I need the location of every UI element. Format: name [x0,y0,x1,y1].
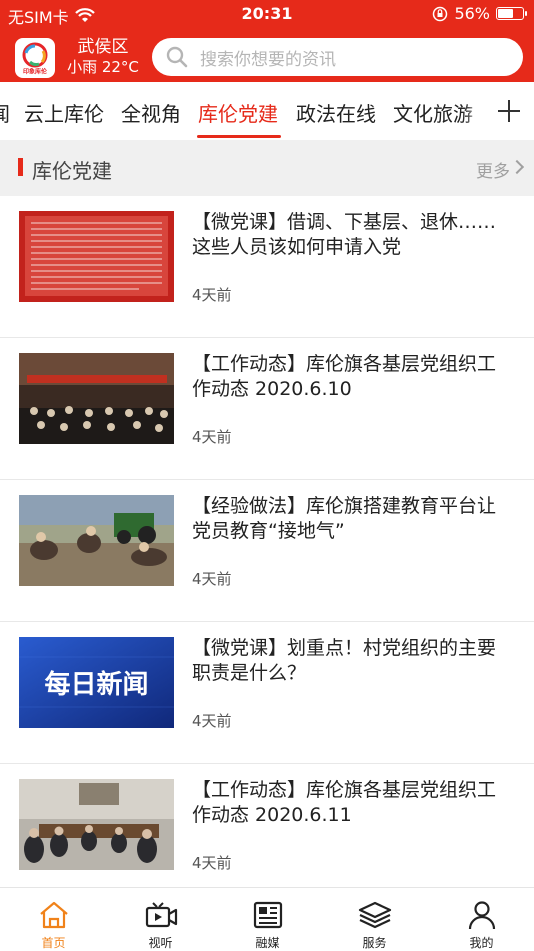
chevron-right-icon[interactable] [509,159,525,175]
bottom-tab-bar: 首页 视听 融媒 服务 我的 [0,887,534,950]
news-title: 【工作动态】库伦旗各基层党组织工作动态 2020.6.11 [192,779,497,826]
news-title: 【经验做法】库伦旗搭建教育平台让党员教育“接地气” [192,495,497,542]
video-icon [145,902,178,928]
news-thumbnail [19,353,174,444]
section-accent-bar [18,158,23,176]
tab-party-building[interactable]: 库伦党建 [198,98,278,127]
section-header: 库伦党建 更多 [0,140,534,196]
news-thumbnail [19,211,174,302]
layers-icon [358,901,392,929]
category-tabs: 闻 云上库伦 全视角 库伦党建 政法在线 文化旅游 [0,82,534,140]
news-time: 4天前 [192,286,232,304]
section-title: 库伦党建 [32,159,112,183]
more-link[interactable]: 更多 [476,157,510,182]
tab-full-view[interactable]: 全视角 [121,98,181,127]
tabbar-label: 首页 [41,936,66,950]
thumb-daily-news-text: 每日新闻 [44,669,148,700]
tabbar-profile[interactable]: 我的 [428,888,534,951]
weather-label: 小雨 22°C [67,58,139,76]
search-box[interactable]: 搜索你想要的资讯 [152,38,523,76]
tabbar-label: 视听 [148,936,173,950]
tabbar-video[interactable]: 视听 [107,888,214,951]
tabbar-media[interactable]: 融媒 [214,888,321,951]
news-title: 【微党课】划重点！村党组织的主要职责是什么？ [192,637,497,684]
news-time: 4天前 [192,854,232,872]
search-placeholder: 搜索你想要的资讯 [200,49,336,70]
news-list: 【微党课】借调、下基层、退休……这些人员该如何申请入党 4天前 【工作动态】库伦… [0,196,534,906]
news-item[interactable]: 【微党课】借调、下基层、退休……这些人员该如何申请入党 4天前 [0,196,534,338]
logo-icon: 印象库伦 [19,42,51,76]
news-title: 【工作动态】库伦旗各基层党组织工作动态 2020.6.10 [192,353,497,400]
app-header: 印象库伦 武侯区 小雨 22°C 搜索你想要的资讯 [0,28,534,82]
news-thumbnail [19,779,174,870]
news-item[interactable]: 【工作动态】库伦旗各基层党组织工作动态 2020.6.11 4天前 [0,764,534,906]
news-item[interactable]: 【工作动态】库伦旗各基层党组织工作动态 2020.6.10 4天前 [0,338,534,480]
search-icon [166,46,188,68]
news-item[interactable]: 【经验做法】库伦旗搭建教育平台让党员教育“接地气” 4天前 [0,480,534,622]
tab-politics-law[interactable]: 政法在线 [296,98,376,127]
news-thumbnail: 每日新闻 [19,637,174,728]
status-bar: 无SIM卡 20:31 56% [0,0,534,28]
news-time: 4天前 [192,428,232,446]
district-label: 武侯区 [77,37,129,57]
tabbar-label: 我的 [469,936,494,950]
svg-text:印象库伦: 印象库伦 [23,68,48,76]
tabbar-home[interactable]: 首页 [0,888,107,951]
orientation-lock-icon [433,6,448,21]
app-logo[interactable]: 印象库伦 [15,38,55,78]
tab-culture-tourism[interactable]: 文化旅游 [393,98,473,127]
battery-icon [496,7,527,20]
tabbar-services[interactable]: 服务 [321,888,428,951]
location-weather[interactable]: 武侯区 小雨 22°C [66,37,140,77]
status-right: 56% [432,4,527,23]
battery-percent: 56% [454,4,490,23]
news-title: 【微党课】借调、下基层、退休……这些人员该如何申请入党 [192,211,497,258]
user-icon [468,901,496,930]
active-tab-indicator [197,135,281,138]
tab-yunshang-kulun[interactable]: 云上库伦 [24,98,104,127]
tab-news[interactable]: 闻 [0,98,10,127]
news-item[interactable]: 每日新闻 【微党课】划重点！村党组织的主要职责是什么？ 4天前 [0,622,534,764]
add-channel-icon[interactable] [498,100,520,122]
home-icon [40,901,68,929]
tabbar-label: 融媒 [255,936,280,950]
news-thumbnail [19,495,174,586]
tabbar-label: 服务 [362,936,387,950]
newspaper-icon [253,901,283,929]
news-time: 4天前 [192,712,232,730]
news-time: 4天前 [192,570,232,588]
